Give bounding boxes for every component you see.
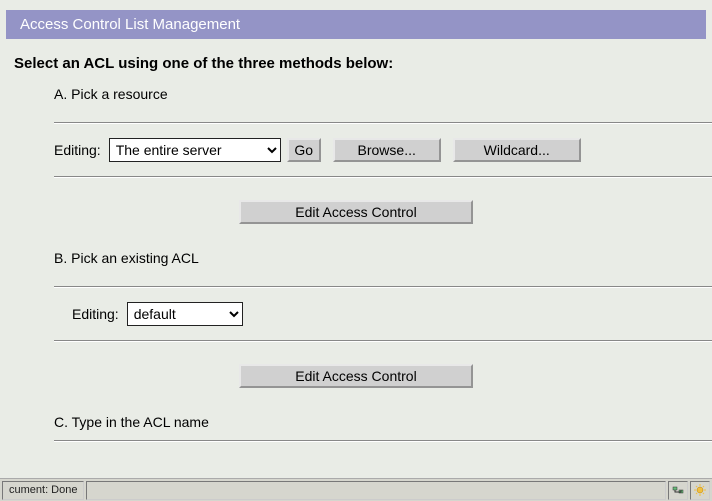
status-bar: cument: Done bbox=[0, 478, 712, 501]
status-spacer bbox=[86, 481, 666, 500]
page-header: Access Control List Management bbox=[6, 10, 706, 39]
section-b-label: B. Pick an existing ACL bbox=[0, 246, 712, 286]
connection-icon bbox=[671, 483, 685, 497]
status-cell bbox=[690, 481, 710, 500]
wildcard-button[interactable]: Wildcard... bbox=[453, 138, 581, 162]
edit-access-control-b-button[interactable]: Edit Access Control bbox=[239, 364, 473, 388]
section-c-label: C. Type in the ACL name bbox=[0, 410, 712, 440]
section-a-label: A. Pick a resource bbox=[0, 82, 712, 122]
divider bbox=[54, 440, 712, 442]
sub-heading: Select an ACL using one of the three met… bbox=[0, 51, 712, 82]
resource-select[interactable]: The entire server bbox=[109, 138, 281, 162]
editing-label-b: Editing: bbox=[72, 306, 119, 322]
sun-icon bbox=[693, 483, 707, 497]
section-a-edit-row: Edit Access Control bbox=[0, 178, 712, 246]
status-text: cument: Done bbox=[2, 481, 84, 500]
editing-label-a: Editing: bbox=[54, 142, 101, 158]
go-button[interactable]: Go bbox=[287, 138, 321, 162]
acl-select[interactable]: default bbox=[127, 302, 243, 326]
section-b-row: Editing: default bbox=[0, 288, 712, 340]
page-title: Access Control List Management bbox=[20, 16, 240, 33]
status-cell bbox=[668, 481, 688, 500]
section-b-edit-row: Edit Access Control bbox=[0, 342, 712, 410]
browse-button[interactable]: Browse... bbox=[333, 138, 441, 162]
edit-access-control-a-button[interactable]: Edit Access Control bbox=[239, 200, 473, 224]
section-a-row: Editing: The entire server Go Browse... … bbox=[0, 124, 712, 176]
